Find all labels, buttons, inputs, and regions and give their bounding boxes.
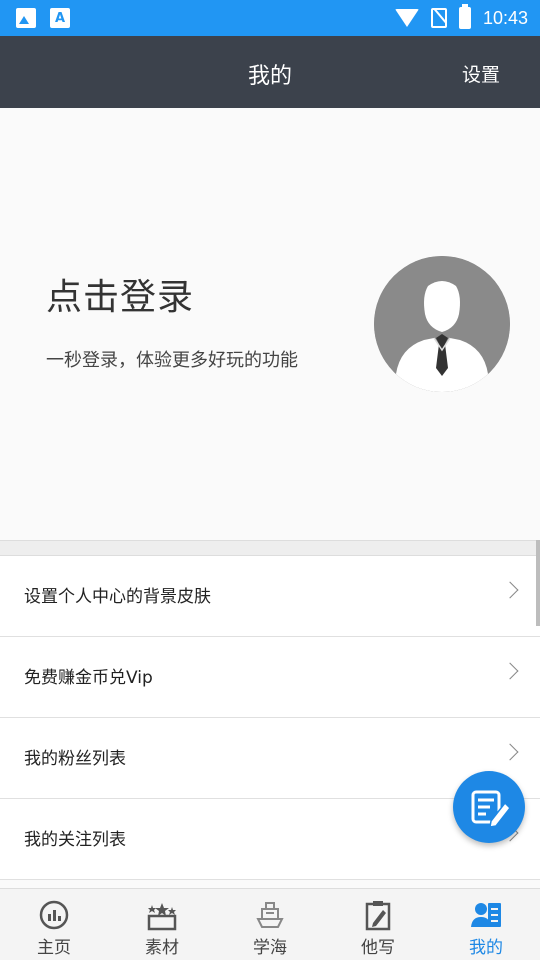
menu-item-label: 设置个人中心的背景皮肤 (24, 587, 211, 607)
login-title[interactable]: 点击登录 (46, 268, 194, 320)
bottom-tab-bar: 主页 素材 学海 他写 我的 (0, 888, 540, 960)
tab-label: 他写 (361, 938, 395, 958)
section-divider (0, 540, 540, 556)
ship-icon (256, 902, 284, 928)
tab-others-write[interactable]: 他写 (324, 889, 432, 960)
chevron-right-icon (501, 662, 519, 680)
tab-label: 我的 (469, 938, 503, 958)
menu-item-label: 我的粉丝列表 (24, 749, 126, 769)
default-avatar-icon[interactable] (374, 256, 510, 392)
profile-header[interactable]: 点击登录 一秒登录，体验更多好玩的功能 (0, 108, 540, 540)
menu-item-earn-coins-vip[interactable]: 免费赚金币兑Vip (0, 637, 540, 718)
menu-item-label: 我的关注列表 (24, 830, 126, 850)
menu-item-label: 免费赚金币兑Vip (24, 668, 153, 688)
image-icon (16, 8, 36, 28)
chart-circle-icon (39, 900, 69, 930)
battery-charging-icon (458, 4, 471, 29)
user-profile-icon (471, 903, 501, 927)
tab-label: 主页 (37, 938, 71, 958)
tab-mine[interactable]: 我的 (432, 889, 540, 960)
stars-box-icon (147, 903, 177, 931)
clipboard-pen-icon (365, 901, 391, 931)
tab-label: 学海 (253, 938, 287, 958)
tab-materials[interactable]: 素材 (108, 889, 216, 960)
wifi-icon (394, 9, 419, 27)
settings-button[interactable]: 设置 (462, 60, 500, 87)
tab-label: 素材 (145, 938, 179, 958)
write-fab-button[interactable] (453, 771, 525, 843)
chevron-right-icon (501, 743, 519, 761)
scrollbar[interactable] (536, 540, 540, 626)
tab-study[interactable]: 学海 (216, 889, 324, 960)
status-bar: A 10:43 (0, 0, 540, 36)
text-a-icon: A (50, 8, 70, 28)
login-subtitle: 一秒登录，体验更多好玩的功能 (46, 350, 298, 371)
no-sim-icon (430, 8, 447, 28)
edit-note-icon (471, 790, 511, 828)
menu-item-background-skin[interactable]: 设置个人中心的背景皮肤 (0, 556, 540, 637)
page-title: 我的 (247, 64, 292, 89)
app-bar: 我的 设置 (0, 36, 540, 108)
tab-home[interactable]: 主页 (0, 889, 108, 960)
chevron-right-icon (501, 581, 519, 599)
status-time: 10:43 (482, 7, 528, 28)
